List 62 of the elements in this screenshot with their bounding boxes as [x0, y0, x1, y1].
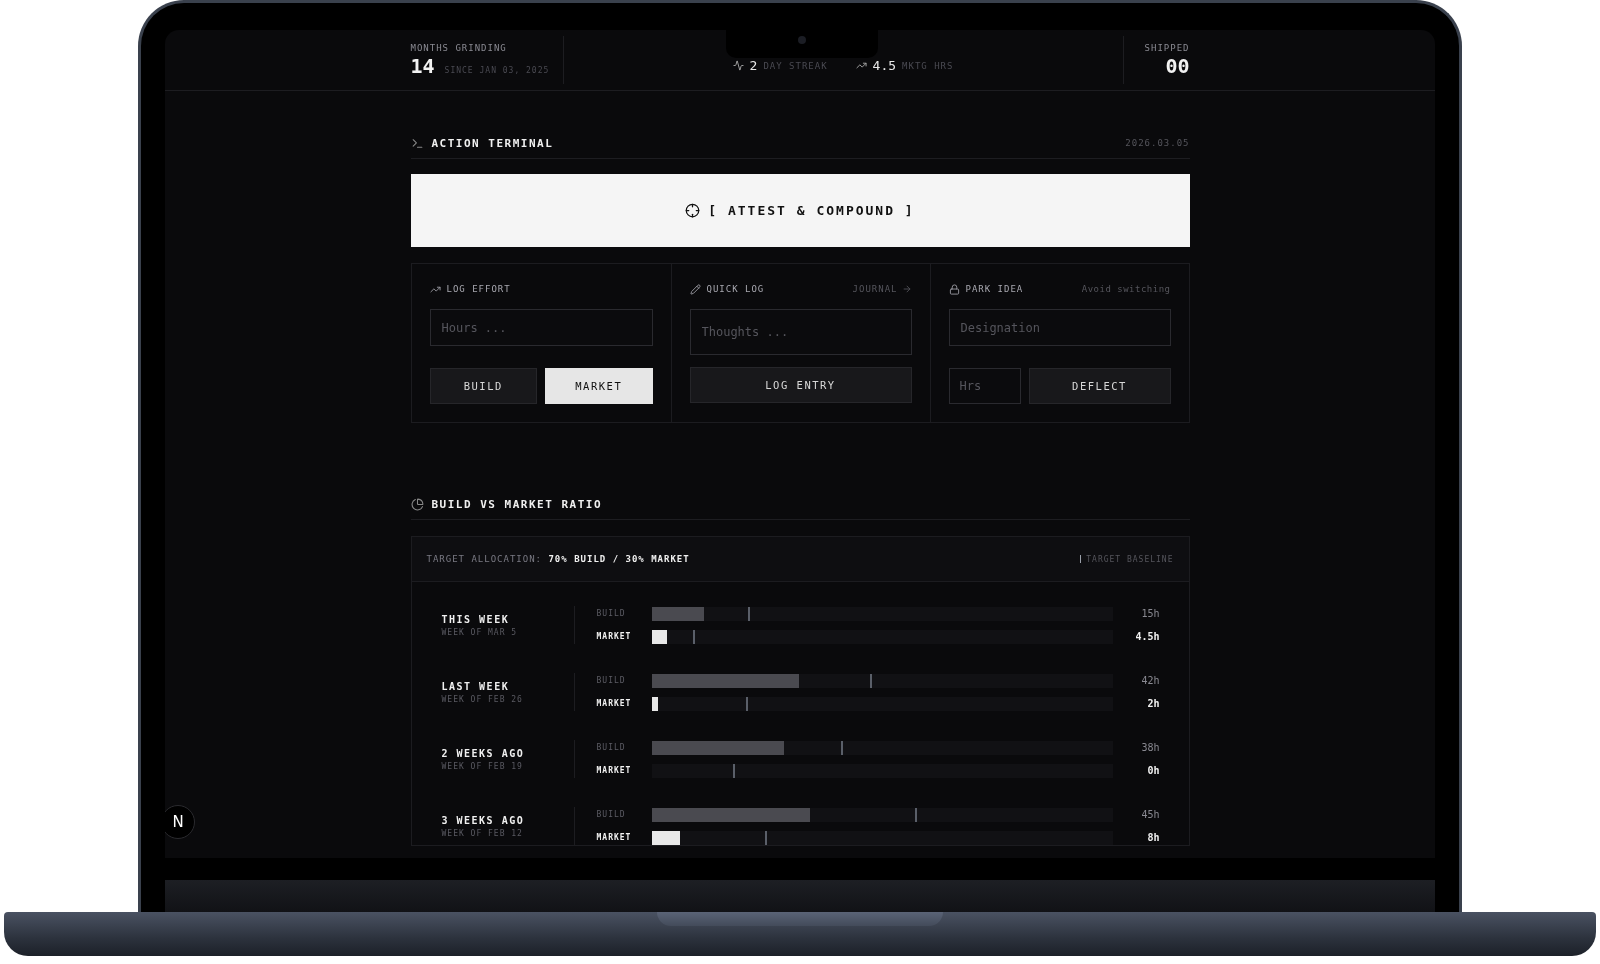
bar-label: BUILD — [596, 676, 627, 685]
bar-value: 42h — [1140, 675, 1160, 686]
bar-value: 2h — [1146, 698, 1160, 709]
week-date: WEEK OF FEB 26 — [441, 694, 524, 704]
input-field[interactable]: Designation — [948, 309, 1171, 346]
week-title: 2 WEEKS AGO — [441, 747, 526, 759]
bar-value: 38h — [1140, 742, 1160, 753]
input-field[interactable]: Hours ... — [429, 309, 653, 346]
baseline-marker-icon — [1080, 555, 1082, 563]
stat-value: 14 — [410, 55, 435, 77]
attest-button[interactable]: [ ATTEST & COMPOUND ] — [410, 174, 1190, 247]
card-title: QUICK LOG — [706, 284, 765, 294]
week-title: LAST WEEK — [441, 680, 511, 692]
bar-label: BUILD — [596, 810, 627, 819]
pencil-icon — [689, 283, 701, 295]
bar-label: MARKET — [596, 833, 633, 842]
action-button[interactable]: DEFLECT — [1028, 368, 1171, 404]
bar-value: 15h — [1140, 608, 1160, 619]
stat-note: SINCE JAN 03, 2025 — [444, 66, 550, 75]
pie-chart-icon — [410, 497, 424, 511]
section-title: BUILD VS MARKET RATIO — [431, 497, 603, 511]
bar-value: 45h — [1140, 809, 1160, 820]
section-title: ACTION TERMINAL — [431, 136, 554, 150]
bar-label: MARKET — [596, 699, 633, 708]
stat-label: DAY STREAK — [763, 60, 828, 71]
bar-label: BUILD — [596, 743, 627, 752]
week-title: 3 WEEKS AGO — [441, 814, 526, 826]
stat-value: 00 — [1165, 55, 1190, 77]
bar-label: MARKET — [596, 632, 633, 641]
terminal-prompt-icon — [410, 136, 424, 150]
estimate-field[interactable]: Hrs — [948, 368, 1021, 404]
stat-value: 2 — [749, 58, 758, 73]
bar-value: 8h — [1146, 832, 1160, 843]
bar-label: MARKET — [596, 766, 633, 775]
allocation-text: TARGET ALLOCATION: 70% BUILD / 30% MARKET — [426, 554, 690, 564]
arrow-right-icon — [901, 284, 912, 294]
card-note: Avoid switching — [1081, 284, 1171, 294]
bar-value: 4.5h — [1134, 631, 1160, 642]
stat-label: MONTHS GRINDING — [410, 43, 508, 53]
stat-value: 4.5 — [872, 58, 897, 73]
bar-label: BUILD — [596, 609, 627, 618]
input-field[interactable]: Thoughts ... — [689, 309, 912, 355]
toggle-button[interactable]: BUILD — [429, 368, 537, 404]
stat-label: MKTG HRS — [902, 60, 954, 71]
week-date: WEEK OF FEB 12 — [441, 828, 524, 838]
pulse-icon — [732, 60, 744, 71]
lock-icon — [948, 283, 960, 295]
stat-label: SHIPPED — [1144, 43, 1190, 53]
card-title: PARK IDEA — [965, 284, 1024, 294]
legend-label: TARGET BASELINE — [1086, 554, 1174, 564]
toggle-button[interactable]: MARKET — [545, 368, 653, 404]
week-title: THIS WEEK — [441, 613, 511, 625]
camera-icon — [798, 36, 806, 44]
dev-badge[interactable]: N — [165, 805, 195, 839]
bar-value: 0h — [1146, 765, 1160, 776]
week-date: WEEK OF MAR 5 — [441, 627, 519, 637]
card-title: LOG EFFORT — [446, 284, 511, 294]
trend-up-icon — [855, 60, 867, 71]
crosshair-icon — [685, 203, 701, 218]
date-label: 2026.03.05 — [1125, 138, 1190, 148]
action-button[interactable]: LOG ENTRY — [689, 367, 912, 403]
week-date: WEEK OF FEB 19 — [441, 761, 524, 771]
